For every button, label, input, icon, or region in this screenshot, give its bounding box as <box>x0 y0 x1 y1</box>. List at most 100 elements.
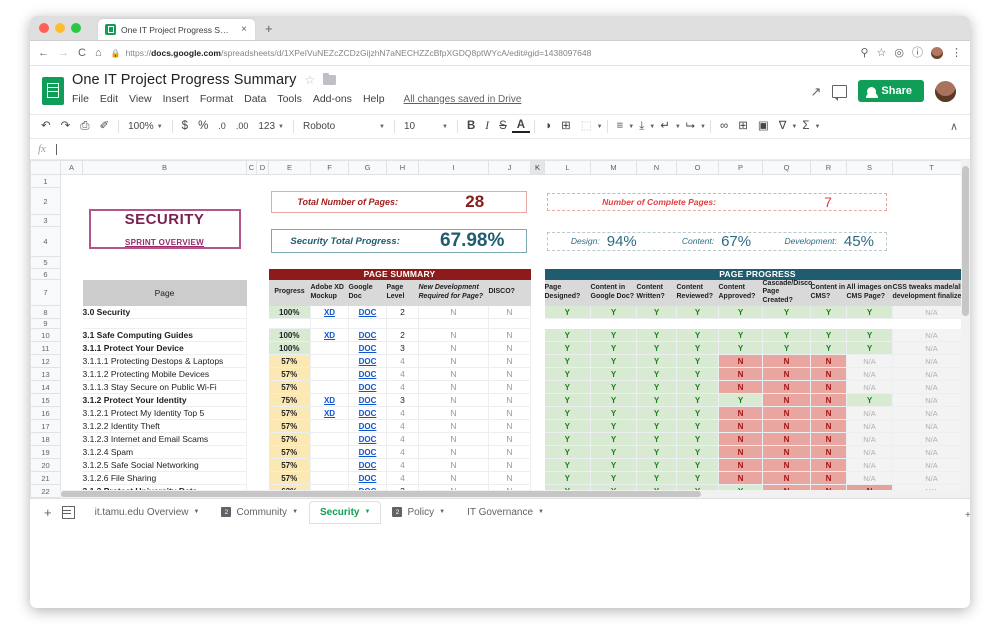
content-approved-cell[interactable]: N <box>718 432 763 446</box>
page-name-cell[interactable]: 3.1.2.6 File Sharing <box>82 471 247 485</box>
cell[interactable] <box>257 329 269 342</box>
new-development-cell[interactable]: N <box>418 406 489 420</box>
merge-cells-button[interactable]: ⬚ <box>576 120 597 133</box>
content-in-google-doc-cell[interactable]: Y <box>590 393 637 407</box>
adobe-xd-link-cell[interactable] <box>310 318 349 329</box>
page-level-cell[interactable]: 4 <box>386 471 419 485</box>
row-header-11[interactable]: 11 <box>30 341 61 355</box>
column-header-h[interactable]: H <box>386 160 419 175</box>
content-written-cell[interactable]: Y <box>636 393 677 407</box>
content-reviewed-cell[interactable]: Y <box>676 471 719 485</box>
cell[interactable] <box>531 269 545 280</box>
all-images-on-cms-page-cell[interactable]: N/A <box>846 445 893 459</box>
content-in-google-doc-cell[interactable]: Y <box>590 354 637 368</box>
content-reviewed-cell[interactable]: Y <box>676 367 719 381</box>
google-doc-link-cell[interactable]: DOC <box>348 305 387 319</box>
cell[interactable] <box>61 472 83 485</box>
adobe-xd-link[interactable]: XD <box>324 331 335 340</box>
page-designed-cell[interactable]: Y <box>544 367 591 381</box>
chevron-down-icon[interactable]: ▼ <box>814 124 820 130</box>
cell[interactable] <box>531 329 545 342</box>
all-images-on-cms-page-cell[interactable]: N/A <box>846 406 893 420</box>
google-doc-link[interactable]: DOC <box>359 396 377 405</box>
google-doc-link[interactable]: DOC <box>359 357 377 366</box>
cell[interactable] <box>247 329 257 342</box>
content-approved-cell[interactable]: N <box>718 419 763 433</box>
content-written-cell[interactable]: Y <box>636 458 677 472</box>
page-level-cell[interactable]: 4 <box>386 380 419 394</box>
google-doc-link-cell[interactable]: DOC <box>348 367 387 381</box>
new-development-cell[interactable]: N <box>418 328 489 342</box>
cell[interactable] <box>247 188 257 269</box>
page-level-cell[interactable]: 3 <box>386 393 419 407</box>
table-row[interactable]: 17 3.1.2.2 Identity Theft 57% DOC 4 N N Y Y Y Y N N N… <box>30 419 970 433</box>
adobe-xd-link-cell[interactable] <box>310 445 349 459</box>
decrease-decimal-button[interactable]: .0 <box>213 122 231 131</box>
horizontal-scrollbar-thumb[interactable] <box>61 491 701 497</box>
adobe-xd-link-cell[interactable] <box>310 471 349 485</box>
page-name-cell[interactable]: 3.1.2.3 Internet and Email Scams <box>82 432 247 446</box>
move-to-folder-icon[interactable] <box>323 72 337 85</box>
cell[interactable] <box>247 459 257 472</box>
disco-cell[interactable]: N <box>488 380 531 394</box>
content-written-cell[interactable]: Y <box>636 380 677 394</box>
menu-file[interactable]: File <box>72 93 89 105</box>
row-header-2[interactable]: 2 <box>30 187 61 215</box>
cell[interactable] <box>893 188 971 215</box>
cell[interactable] <box>247 280 257 306</box>
page-level-cell[interactable]: 2 <box>386 328 419 342</box>
cell[interactable] <box>247 407 257 420</box>
user-avatar[interactable] <box>935 80 956 102</box>
content-approved-cell[interactable]: N <box>718 458 763 472</box>
window-controls[interactable] <box>39 23 81 33</box>
doc-title[interactable]: One IT Project Progress Summary <box>72 72 296 88</box>
cell[interactable] <box>531 381 545 394</box>
cascade-disco-page-created-cell[interactable]: N <box>762 445 811 459</box>
row-header-14[interactable]: 14 <box>30 380 61 394</box>
cascade-disco-page-created-cell[interactable]: N <box>762 393 811 407</box>
content-written-cell[interactable]: Y <box>636 419 677 433</box>
google-doc-link-cell[interactable]: DOC <box>348 328 387 342</box>
progress-cell[interactable]: 57% <box>268 354 311 368</box>
css-tweaks-cell[interactable]: N/A <box>892 367 970 381</box>
cell[interactable] <box>531 459 545 472</box>
cascade-disco-page-created-cell[interactable]: N <box>762 458 811 472</box>
redo-button[interactable]: ↷ <box>56 120 76 133</box>
row-header-17[interactable]: 17 <box>30 419 61 433</box>
cell[interactable] <box>531 355 545 368</box>
row-header-6[interactable]: 6 <box>30 268 61 280</box>
page-level-cell[interactable]: 4 <box>386 445 419 459</box>
cell[interactable] <box>83 175 247 188</box>
filter-button[interactable]: ∇ <box>774 120 792 133</box>
google-doc-link-cell[interactable]: DOC <box>348 458 387 472</box>
cascade-disco-page-created-cell[interactable]: N <box>762 380 811 394</box>
cell[interactable] <box>247 175 257 188</box>
adobe-xd-link-cell[interactable] <box>310 458 349 472</box>
cell[interactable] <box>257 175 269 188</box>
column-header-k[interactable]: K <box>530 160 545 175</box>
page-name-cell[interactable]: 3.1.2.4 Spam <box>82 445 247 459</box>
new-development-cell[interactable]: N <box>418 445 489 459</box>
content-written-cell[interactable]: Y <box>636 406 677 420</box>
all-sheets-icon[interactable] <box>61 505 75 519</box>
google-doc-link-cell[interactable]: DOC <box>348 380 387 394</box>
progress-cell[interactable]: 57% <box>268 445 311 459</box>
cell[interactable] <box>893 227 971 257</box>
google-doc-link[interactable]: DOC <box>359 409 377 418</box>
progress-cell[interactable]: 57% <box>268 419 311 433</box>
disco-cell[interactable]: N <box>488 328 531 342</box>
home-icon[interactable]: ⌂ <box>95 47 102 59</box>
column-header-e[interactable]: E <box>268 160 311 175</box>
adobe-xd-link[interactable]: XD <box>324 396 335 405</box>
row-header-22[interactable]: 22 <box>30 484 61 498</box>
column-header-p[interactable]: P <box>718 160 763 175</box>
chevron-down-icon[interactable]: ▼ <box>439 509 445 515</box>
progress-cell[interactable]: 100% <box>268 305 311 319</box>
chevron-down-icon[interactable]: ▼ <box>364 509 370 515</box>
all-images-on-cms-page-cell[interactable]: N/A <box>846 471 893 485</box>
content-reviewed-cell[interactable]: Y <box>676 393 719 407</box>
italic-button[interactable]: I <box>480 120 494 133</box>
new-tab-button[interactable]: + <box>265 21 273 36</box>
text-rotation-button[interactable]: ⮡ <box>681 120 700 133</box>
cascade-disco-page-created-cell[interactable]: N <box>762 419 811 433</box>
